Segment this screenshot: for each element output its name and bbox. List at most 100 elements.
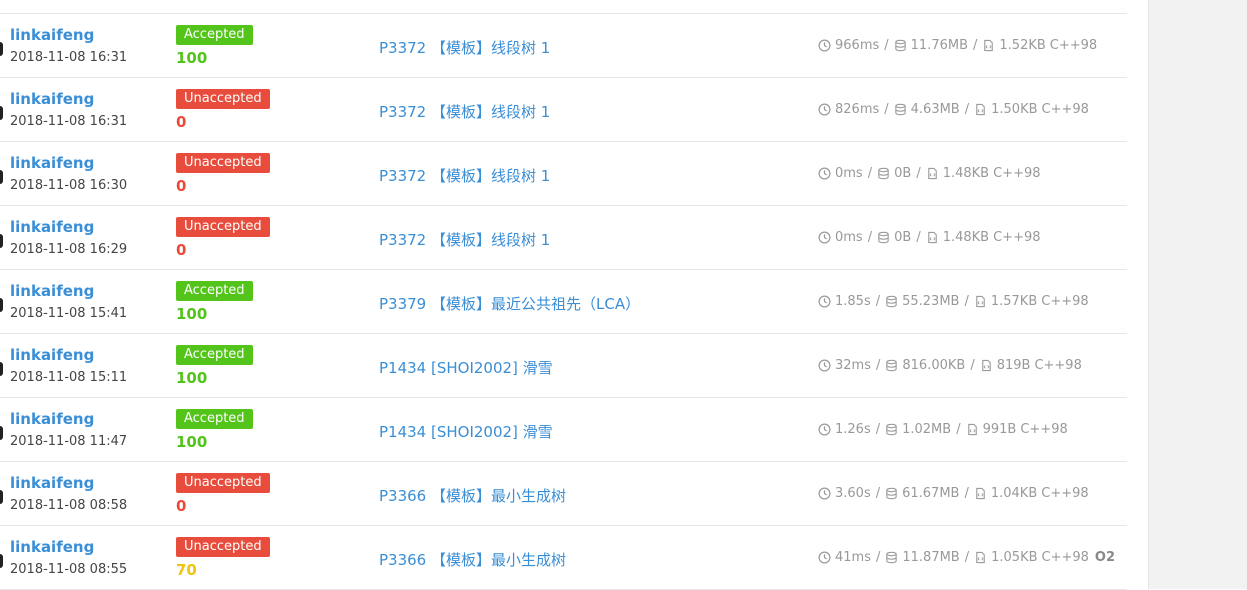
- database-icon: [886, 295, 897, 308]
- language: C++98: [993, 166, 1041, 181]
- code-size: 819B: [996, 358, 1031, 373]
- submit-time: 2018-11-08 16:31: [10, 50, 128, 65]
- runtime: 3.60s: [835, 486, 871, 501]
- separator: /: [970, 358, 975, 373]
- submit-time: 2018-11-08 08:55: [10, 562, 128, 577]
- avatar[interactable]: [0, 362, 3, 376]
- database-icon: [878, 167, 889, 180]
- language: C++98: [1041, 486, 1089, 501]
- memory: 61.67MB: [902, 486, 960, 501]
- separator: /: [875, 550, 881, 565]
- clock-icon: [818, 39, 831, 52]
- separator: /: [916, 230, 921, 245]
- status-badge[interactable]: Unaccepted: [176, 537, 270, 557]
- score: 0: [176, 113, 187, 131]
- runtime: 0ms: [835, 230, 863, 245]
- status-badge[interactable]: Unaccepted: [176, 153, 270, 173]
- runtime: 826ms: [835, 102, 880, 117]
- memory: 11.76MB: [910, 38, 968, 53]
- runtime: 966ms: [835, 38, 880, 53]
- database-icon: [878, 231, 889, 244]
- separator: /: [884, 102, 889, 117]
- status-badge[interactable]: Unaccepted: [176, 217, 270, 237]
- code-size: 1.50KB: [991, 102, 1038, 117]
- avatar[interactable]: [0, 106, 3, 120]
- username-link[interactable]: linkaifeng: [10, 218, 94, 236]
- database-icon: [894, 103, 906, 116]
- separator: /: [875, 294, 881, 309]
- avatar[interactable]: [0, 42, 3, 56]
- code-size: 1.52KB: [999, 38, 1046, 53]
- database-icon: [886, 487, 897, 500]
- submit-time: 2018-11-08 15:41: [10, 306, 128, 321]
- resource-stats: 0ms / 0B / 1.48KB C++98: [818, 230, 1041, 245]
- score: 100: [176, 305, 208, 323]
- submit-time: 2018-11-08 16:31: [10, 114, 128, 129]
- avatar[interactable]: [0, 298, 3, 312]
- problem-link[interactable]: P3366 【模板】最小生成树: [379, 485, 566, 506]
- memory: 11.87MB: [902, 550, 960, 565]
- status-badge[interactable]: Unaccepted: [176, 473, 270, 493]
- separator: /: [964, 294, 969, 309]
- memory: 1.02MB: [902, 422, 952, 437]
- submit-time: 2018-11-08 15:11: [10, 370, 128, 385]
- problem-link[interactable]: P3372 【模板】线段树 1: [379, 101, 550, 122]
- username-link[interactable]: linkaifeng: [10, 410, 94, 428]
- problem-link[interactable]: P3366 【模板】最小生成树: [379, 549, 566, 570]
- record-row: linkaifeng 2018-11-08 11:47 Accepted 100…: [0, 398, 1127, 462]
- runtime: 1.85s: [835, 294, 871, 309]
- submit-time: 2018-11-08 08:58: [10, 498, 128, 513]
- record-row: linkaifeng 2018-11-08 16:30 Unaccepted 0…: [0, 142, 1127, 206]
- language: C++98: [1041, 550, 1089, 565]
- separator: /: [973, 38, 978, 53]
- code-file-icon: [976, 295, 985, 308]
- username-link[interactable]: linkaifeng: [10, 346, 94, 364]
- problem-link[interactable]: P3372 【模板】线段树 1: [379, 165, 550, 186]
- submit-time: 2018-11-08 16:30: [10, 178, 128, 193]
- status-badge[interactable]: Accepted: [176, 345, 253, 365]
- clock-icon: [818, 423, 831, 436]
- username-link[interactable]: linkaifeng: [10, 538, 94, 556]
- code-size: 1.04KB: [990, 486, 1038, 501]
- runtime: 1.26s: [835, 422, 871, 437]
- problem-link[interactable]: P1434 [SHOI2002] 滑雪: [379, 421, 553, 442]
- problem-link[interactable]: P3372 【模板】线段树 1: [379, 229, 550, 250]
- avatar[interactable]: [0, 554, 3, 568]
- code-size: 1.57KB: [990, 294, 1038, 309]
- avatar[interactable]: [0, 234, 3, 248]
- username-link[interactable]: linkaifeng: [10, 26, 94, 44]
- record-row: linkaifeng 2018-11-08 16:31 Unaccepted 0…: [0, 78, 1127, 142]
- status-badge[interactable]: Accepted: [176, 281, 253, 301]
- avatar[interactable]: [0, 426, 3, 440]
- separator: /: [875, 486, 881, 501]
- status-badge[interactable]: Unaccepted: [176, 89, 270, 109]
- avatar[interactable]: [0, 490, 3, 504]
- problem-link[interactable]: P3379 【模板】最近公共祖先（LCA）: [379, 293, 640, 314]
- code-size: 991B: [982, 422, 1017, 437]
- username-link[interactable]: linkaifeng: [10, 474, 94, 492]
- separator: /: [884, 38, 889, 53]
- o2-flag: O2: [1094, 550, 1116, 565]
- status-badge[interactable]: Accepted: [176, 409, 253, 429]
- memory: 0B: [894, 230, 912, 245]
- problem-link[interactable]: P1434 [SHOI2002] 滑雪: [379, 357, 553, 378]
- code-file-icon: [927, 231, 937, 244]
- clock-icon: [818, 551, 831, 564]
- problem-link[interactable]: P3372 【模板】线段树 1: [379, 37, 550, 58]
- separator: /: [867, 230, 873, 245]
- avatar[interactable]: [0, 170, 3, 184]
- code-size: 1.48KB: [942, 230, 990, 245]
- username-link[interactable]: linkaifeng: [10, 282, 94, 300]
- code-size: 1.05KB: [991, 550, 1038, 565]
- username-link[interactable]: linkaifeng: [10, 90, 94, 108]
- separator: /: [867, 166, 873, 181]
- score: 100: [176, 433, 208, 451]
- runtime: 41ms: [835, 550, 871, 565]
- username-link[interactable]: linkaifeng: [10, 154, 94, 172]
- status-badge[interactable]: Accepted: [176, 25, 253, 45]
- clock-icon: [818, 295, 831, 308]
- clock-icon: [818, 231, 831, 244]
- score: 0: [176, 497, 187, 515]
- resource-stats: 32ms / 816.00KB / 819B C++98: [818, 358, 1082, 373]
- separator: /: [875, 422, 881, 437]
